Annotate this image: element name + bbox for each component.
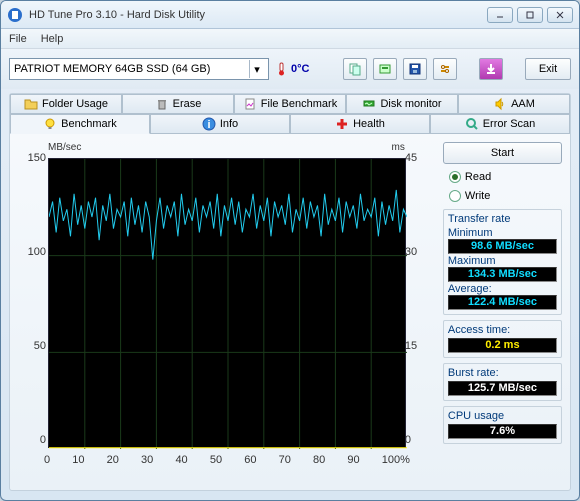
min-label: Minimum <box>448 227 557 239</box>
burst-rate-group: Burst rate: 125.7 MB/sec <box>443 363 562 401</box>
y-ticks-left: 150100500 <box>18 152 46 446</box>
burst-rate-label: Burst rate: <box>448 367 557 379</box>
start-button[interactable]: Start <box>443 142 562 164</box>
download-button[interactable] <box>479 58 503 80</box>
menu-help[interactable]: Help <box>41 33 64 45</box>
max-label: Maximum <box>448 255 557 267</box>
maximize-button[interactable] <box>517 7 543 23</box>
tab-row-bottom: Benchmark iInfo Health Error Scan <box>10 114 570 134</box>
thermometer-icon <box>275 62 289 76</box>
cpu-usage-value: 7.6% <box>448 424 557 439</box>
close-button[interactable] <box>547 7 573 23</box>
toolbar: PATRIOT MEMORY 64GB SSD (64 GB) ▾ 0°C Ex… <box>1 49 579 89</box>
tab-benchmark[interactable]: Benchmark <box>10 114 150 134</box>
health-icon <box>335 117 349 131</box>
info-icon: i <box>202 117 216 131</box>
bulb-icon <box>43 117 57 131</box>
folder-icon <box>24 97 38 111</box>
drive-select[interactable]: PATRIOT MEMORY 64GB SSD (64 GB) ▾ <box>9 58 269 80</box>
x-ticks: 0102030405060708090100% <box>44 454 410 466</box>
minimize-button[interactable] <box>487 7 513 23</box>
window-title: HD Tune Pro 3.10 - Hard Disk Utility <box>29 9 487 21</box>
read-radio[interactable]: Read <box>443 169 562 185</box>
speaker-icon <box>493 97 507 111</box>
y-axis-left-label: MB/sec <box>48 142 81 153</box>
window-controls <box>487 7 573 23</box>
chart-area: MB/sec ms 150100500 4530150 010203040506… <box>18 142 435 482</box>
side-panel: Start Read Write Transfer rate Minimum 9… <box>443 142 562 481</box>
tab-row-top: Folder Usage Erase File Benchmark Disk m… <box>10 94 570 114</box>
copy-screenshot-button[interactable] <box>373 58 397 80</box>
copy-info-button[interactable] <box>343 58 367 80</box>
app-icon <box>7 7 23 23</box>
access-time-label: Access time: <box>448 324 557 336</box>
exit-button[interactable]: Exit <box>525 58 571 80</box>
avg-value: 122.4 MB/sec <box>448 295 557 310</box>
tab-error-scan[interactable]: Error Scan <box>430 114 570 134</box>
file-chart-icon <box>243 97 257 111</box>
burst-rate-value: 125.7 MB/sec <box>448 381 557 396</box>
write-radio[interactable]: Write <box>443 188 562 204</box>
access-time-group: Access time: 0.2 ms <box>443 320 562 358</box>
svg-text:i: i <box>207 119 210 131</box>
radio-icon <box>449 171 461 183</box>
avg-label: Average: <box>448 283 557 295</box>
chart-svg <box>49 159 407 449</box>
trash-icon <box>155 97 169 111</box>
menubar: File Help <box>1 29 579 49</box>
titlebar: HD Tune Pro 3.10 - Hard Disk Utility <box>1 1 579 29</box>
chevron-down-icon: ▾ <box>249 60 264 78</box>
tab-aam[interactable]: AAM <box>458 94 570 114</box>
cpu-usage-label: CPU usage <box>448 410 557 422</box>
temperature-value: 0°C <box>291 63 309 75</box>
save-button[interactable] <box>403 58 427 80</box>
tab-folder-usage[interactable]: Folder Usage <box>10 94 122 114</box>
drive-select-label: PATRIOT MEMORY 64GB SSD (64 GB) <box>14 63 249 75</box>
access-time-value: 0.2 ms <box>448 338 557 353</box>
tab-disk-monitor[interactable]: Disk monitor <box>346 94 458 114</box>
options-button[interactable] <box>433 58 457 80</box>
tab-health[interactable]: Health <box>290 114 430 134</box>
tab-info[interactable]: iInfo <box>150 114 290 134</box>
benchmark-pane: MB/sec ms 150100500 4530150 010203040506… <box>10 133 570 489</box>
y-axis-right-label: ms <box>392 142 405 153</box>
transfer-rate-title: Transfer rate <box>448 213 557 225</box>
max-value: 134.3 MB/sec <box>448 267 557 282</box>
monitor-icon <box>362 97 376 111</box>
benchmark-chart <box>48 158 406 448</box>
cpu-usage-group: CPU usage 7.6% <box>443 406 562 444</box>
tab-erase[interactable]: Erase <box>122 94 234 114</box>
transfer-rate-group: Transfer rate Minimum 98.6 MB/sec Maximu… <box>443 209 562 315</box>
content-panel: Folder Usage Erase File Benchmark Disk m… <box>9 93 571 491</box>
menu-file[interactable]: File <box>9 33 27 45</box>
min-value: 98.6 MB/sec <box>448 239 557 254</box>
app-window: HD Tune Pro 3.10 - Hard Disk Utility Fil… <box>0 0 580 501</box>
y-ticks-right: 4530150 <box>405 152 431 446</box>
exit-label: Exit <box>539 63 557 75</box>
tab-file-benchmark[interactable]: File Benchmark <box>234 94 346 114</box>
radio-icon <box>449 190 461 202</box>
temperature-readout: 0°C <box>275 62 309 76</box>
magnifier-icon <box>465 117 479 131</box>
